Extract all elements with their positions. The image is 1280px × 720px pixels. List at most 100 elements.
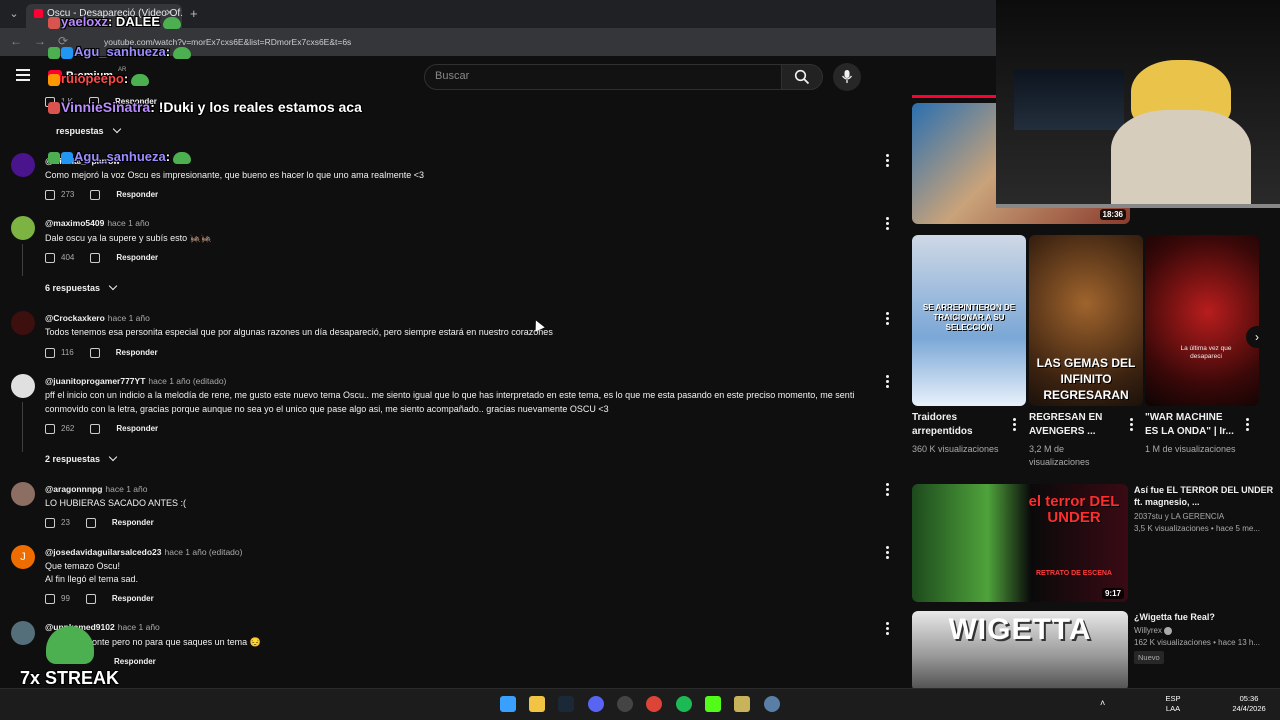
avatar[interactable]	[11, 153, 35, 177]
comment-actions: 99 Responder	[45, 594, 154, 604]
youtube-favicon-icon	[34, 8, 43, 18]
discord-icon[interactable]	[588, 696, 604, 712]
more-actions-icon[interactable]	[886, 546, 890, 561]
spotify-icon[interactable]	[676, 696, 692, 712]
app-icon[interactable]	[734, 696, 750, 712]
windows-start-icon[interactable]	[500, 696, 516, 712]
search-input[interactable]: Buscar	[424, 64, 782, 90]
more-actions-icon[interactable]	[1246, 418, 1249, 433]
clock[interactable]: 05:36 24/4/2026	[1226, 694, 1272, 714]
thumbnail-subtext: RETRATO DE ESCENA	[1036, 570, 1112, 577]
more-actions-icon[interactable]	[886, 217, 890, 232]
comment-text: Como mejoró la voz Oscu es impresionante…	[45, 170, 424, 180]
short-thumbnail[interactable]: SE ARREPINTIERON DE TRAICIONAR A SU SELE…	[912, 235, 1026, 406]
short-title[interactable]: "WAR MACHINE ES LA ONDA" | Ir...	[1145, 411, 1237, 439]
avatar[interactable]	[11, 621, 35, 645]
dislike-icon[interactable]	[85, 518, 96, 528]
comment-author[interactable]: @maximo5409 hace 1 año	[45, 218, 149, 228]
chat-message: VinnieSinatra: !Duki y los reales estamo…	[48, 99, 362, 115]
comment-actions: 262 Responder	[45, 424, 158, 434]
avatar[interactable]	[11, 311, 35, 335]
like-icon[interactable]	[45, 518, 55, 528]
like-icon[interactable]	[45, 190, 55, 200]
replies-toggle[interactable]: 2 respuestas	[45, 452, 118, 464]
video-meta: 3,5 K visualizaciones • hace 5 me...	[1134, 524, 1260, 533]
reply-button[interactable]: Responder	[116, 424, 158, 433]
search-button[interactable]	[781, 64, 823, 90]
reply-button[interactable]: Responder	[114, 657, 156, 666]
video-duration: 9:17	[1101, 588, 1124, 599]
video-duration: 18:36	[1099, 209, 1126, 220]
dislike-icon[interactable]	[85, 594, 96, 604]
shorts-next-button[interactable]: ›	[1246, 326, 1268, 348]
avatar[interactable]	[11, 482, 35, 506]
more-actions-icon[interactable]	[886, 312, 890, 327]
dislike-icon[interactable]	[90, 253, 101, 263]
voice-search-button[interactable]	[833, 63, 861, 91]
video-title[interactable]: Así fue EL TERROR DEL UNDER ft. magnesio…	[1134, 484, 1274, 508]
frog-emote-icon	[131, 73, 150, 86]
short-title[interactable]: REGRESAN EN AVENGERS ...	[1029, 411, 1121, 439]
comment-author[interactable]: @josedavidaguilarsalcedo23 hace 1 año (ed…	[45, 547, 242, 557]
reply-button[interactable]: Responder	[112, 594, 154, 603]
channel-name[interactable]: 2037stu y LA GERENCIA	[1134, 511, 1274, 523]
dislike-icon[interactable]	[90, 424, 101, 434]
badge-icon	[48, 102, 60, 115]
file-explorer-icon[interactable]	[529, 696, 545, 712]
short-thumbnail[interactable]: LAS GEMAS DEL INFINITO REGRESARAN	[1029, 235, 1143, 406]
replies-toggle[interactable]: respuestas	[56, 124, 121, 136]
chrome-icon[interactable]	[646, 696, 662, 712]
more-actions-icon[interactable]	[886, 375, 890, 390]
reply-button[interactable]: Responder	[116, 348, 158, 357]
reply-button[interactable]: Responder	[116, 253, 158, 262]
avatar[interactable]	[11, 216, 35, 240]
menu-icon[interactable]	[16, 69, 30, 84]
comment-author[interactable]: @aragonnnpg hace 1 año	[45, 484, 147, 494]
comment-actions: 404 Responder	[45, 253, 158, 263]
more-actions-icon[interactable]	[1130, 418, 1133, 433]
short-views: 1 M de visualizaciones	[1145, 444, 1236, 454]
comment-author[interactable]: @juanitoprogamer777YT hace 1 año (editado…	[45, 376, 226, 386]
new-tab-button[interactable]: +	[190, 6, 198, 21]
replies-toggle[interactable]: 6 respuestas	[45, 281, 118, 293]
video-thumbnail[interactable]: el terror DEL UNDER RETRATO DE ESCENA 9:…	[912, 484, 1128, 602]
dislike-icon[interactable]	[90, 190, 101, 200]
channel-name[interactable]: Willyrex	[1134, 625, 1274, 637]
more-actions-icon[interactable]	[1013, 418, 1016, 433]
dislike-icon[interactable]	[89, 348, 100, 358]
more-actions-icon[interactable]	[886, 483, 890, 498]
video-title[interactable]: ¿Wigetta fue Real?	[1134, 611, 1274, 623]
comment-text: Dale oscu ya la supere y subís esto 🦗🦗	[45, 233, 212, 243]
obs-icon[interactable]	[617, 696, 633, 712]
badge-icon	[48, 73, 60, 86]
progress-bar	[912, 95, 1002, 98]
badge-icon	[61, 151, 73, 164]
frog-emote-icon	[173, 151, 192, 164]
steam-icon[interactable]	[558, 696, 574, 712]
avatar[interactable]: J	[11, 545, 35, 569]
reply-button[interactable]: Responder	[112, 518, 154, 527]
back-button[interactable]: ←	[10, 34, 22, 48]
video-thumbnail[interactable]: WIGETTA	[912, 611, 1128, 691]
reply-button[interactable]: Responder	[116, 190, 158, 199]
tray-chevron-icon[interactable]: ˄	[1100, 698, 1105, 708]
comment-author[interactable]: @Crockaxkero hace 1 año	[45, 313, 150, 323]
short-thumbnail[interactable]: La última vez que desapareci	[1145, 235, 1259, 406]
badge-icon	[48, 46, 60, 59]
comment-actions: Responder	[110, 657, 156, 666]
like-icon[interactable]	[45, 253, 55, 263]
language-indicator[interactable]: ESP LAA	[1163, 694, 1183, 714]
like-icon[interactable]	[45, 594, 55, 604]
more-actions-icon[interactable]	[886, 622, 890, 637]
tab-search-button[interactable]: ⌄	[6, 6, 22, 22]
app-icon[interactable]	[764, 696, 780, 712]
like-icon[interactable]	[45, 424, 55, 434]
avatar[interactable]	[11, 374, 35, 398]
like-icon[interactable]	[45, 348, 55, 358]
new-badge: Nuevo	[1134, 651, 1164, 664]
kick-icon[interactable]	[705, 696, 721, 712]
more-actions-icon[interactable]	[886, 154, 890, 169]
short-title[interactable]: Traidores arrepentidos	[912, 411, 1004, 439]
badge-icon	[48, 16, 60, 29]
forward-button[interactable]: →	[34, 34, 46, 48]
